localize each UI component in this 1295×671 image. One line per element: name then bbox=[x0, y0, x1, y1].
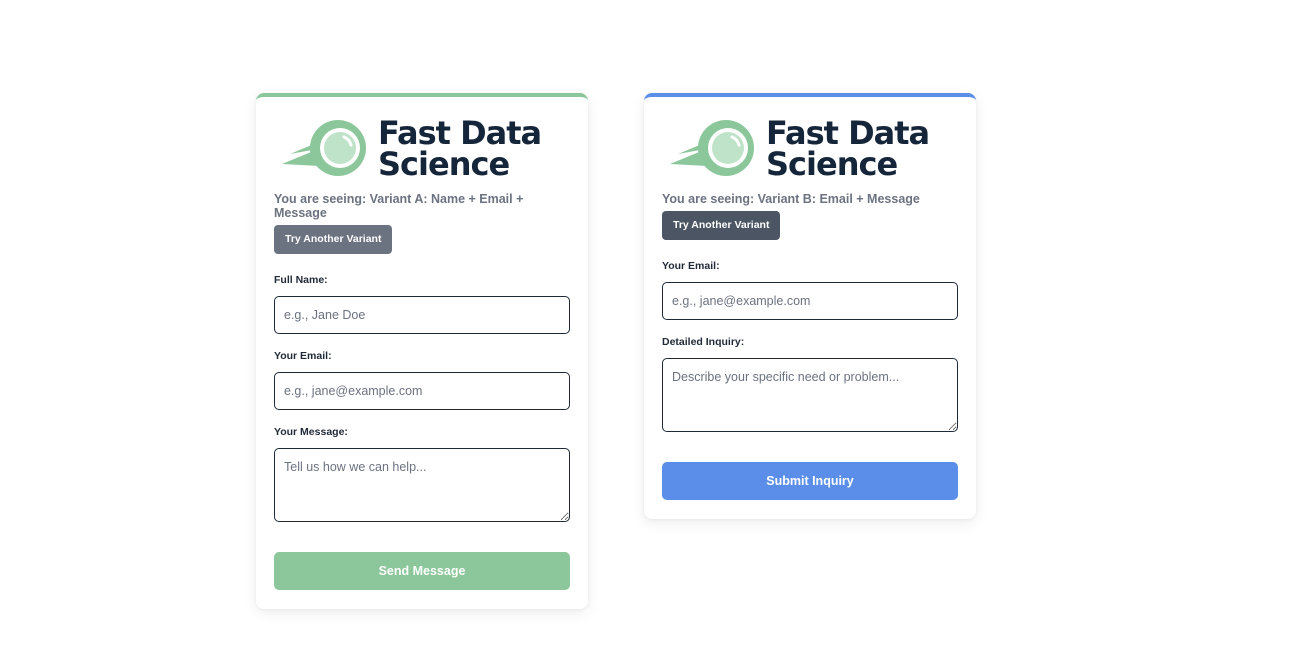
submit-inquiry-button[interactable]: Submit Inquiry bbox=[662, 462, 958, 500]
email-input[interactable] bbox=[662, 282, 958, 320]
inquiry-label: Detailed Inquiry: bbox=[662, 336, 745, 348]
variant-indicator: You are seeing: Variant A: Name + Email … bbox=[274, 192, 524, 220]
brand-logo: Fast Data Science bbox=[668, 117, 958, 181]
magnifier-comet-icon bbox=[670, 120, 754, 176]
full-name-label: Full Name: bbox=[274, 274, 328, 286]
email-label: Your Email: bbox=[662, 260, 720, 272]
try-another-variant-button[interactable]: Try Another Variant bbox=[274, 225, 393, 254]
message-label: Your Message: bbox=[274, 426, 348, 438]
inquiry-textarea[interactable] bbox=[662, 358, 958, 432]
form-card-variant-b: Fast Data Science You are seeing: Varian… bbox=[644, 93, 976, 519]
brand-logo: Fast Data Science bbox=[280, 117, 570, 181]
message-textarea[interactable] bbox=[274, 448, 570, 522]
email-input[interactable] bbox=[274, 372, 570, 410]
variant-indicator: You are seeing: Variant B: Email + Messa… bbox=[662, 192, 920, 206]
send-message-button[interactable]: Send Message bbox=[274, 552, 570, 590]
full-name-input[interactable] bbox=[274, 296, 570, 334]
email-label: Your Email: bbox=[274, 350, 332, 362]
brand-name-line2: Science bbox=[378, 145, 510, 183]
try-another-variant-button[interactable]: Try Another Variant bbox=[662, 211, 781, 240]
brand-name-line2: Science bbox=[766, 145, 898, 183]
magnifier-comet-icon bbox=[282, 120, 366, 176]
form-card-variant-a: Fast Data Science You are seeing: Varian… bbox=[256, 93, 588, 609]
